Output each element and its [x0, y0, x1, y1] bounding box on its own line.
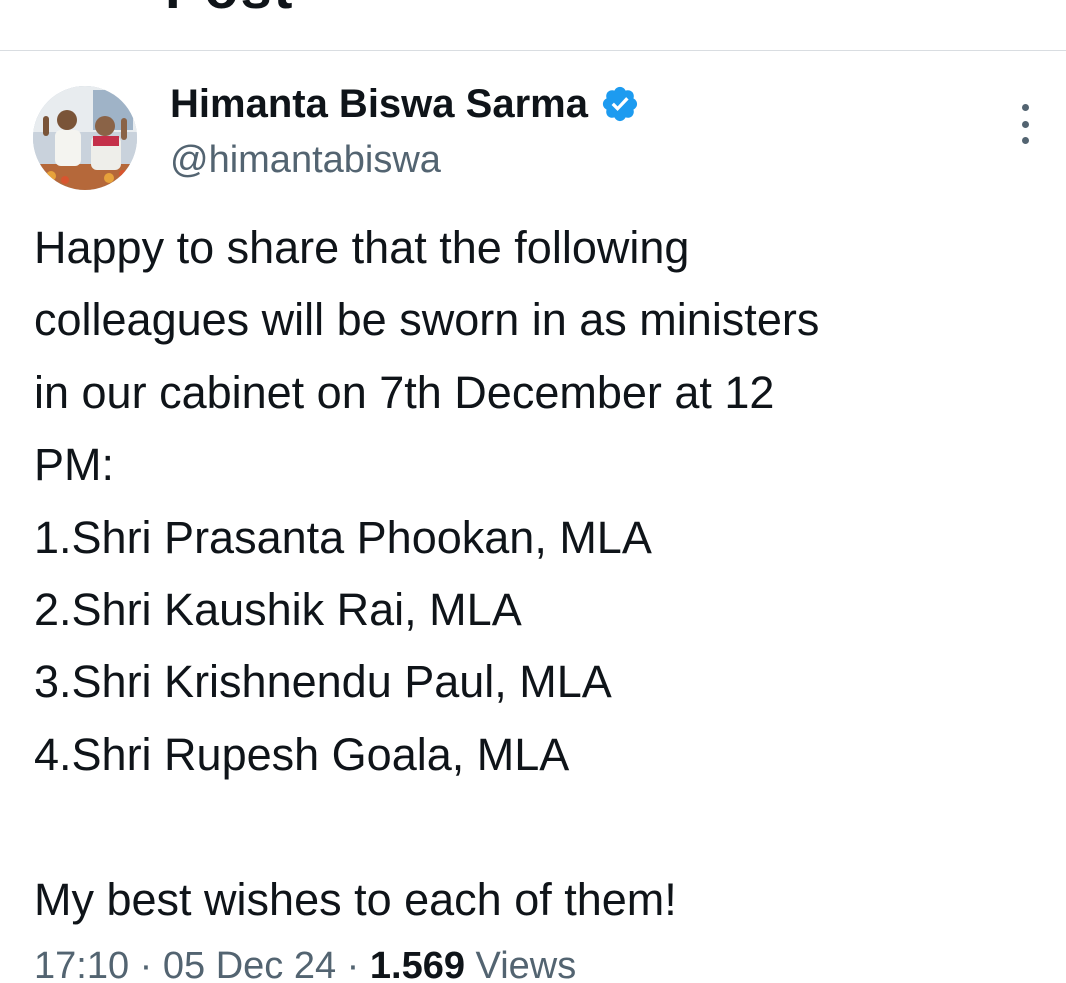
tweet-line: Happy to share that the following [34, 222, 690, 273]
author-handle[interactable]: @himantabiswa [170, 137, 441, 183]
more-dot [1021, 137, 1029, 144]
avatar[interactable] [33, 86, 137, 190]
tweet-time[interactable]: 17:10 [34, 945, 129, 983]
tweet-line: PM: [34, 439, 115, 491]
tweet-line: My best wishes to each of them! [34, 873, 677, 925]
tweet-line: colleagues will be sworn in as ministers [34, 294, 820, 346]
more-dot [1021, 120, 1029, 128]
author-name-row: Himanta Biswa Sarma [170, 80, 640, 128]
tweet-line: 2.Shri Kaushik Rai, MLA [34, 583, 522, 635]
more-dot [1021, 104, 1029, 111]
avatar-photo [33, 86, 137, 190]
tweet-line: 1.Shri Prasanta Phookan, MLA [34, 511, 652, 563]
post-detail-view: Post Himanta Biswa Sarma [0, 0, 1066, 983]
tweet-line: 4.Shri Rupesh Goala, MLA [34, 728, 570, 780]
header-divider [0, 50, 1066, 51]
more-options-icon[interactable] [1010, 104, 1040, 144]
page-title: Post [165, 0, 294, 21]
tweet-date[interactable]: 05 Dec 24 [163, 945, 336, 983]
views-label: Views [475, 945, 577, 983]
meta-separator: · [346, 945, 360, 983]
verified-badge-icon[interactable] [600, 84, 640, 124]
views-count[interactable]: 1.569 [370, 945, 465, 983]
tweet-text: Happy to share that the following collea… [34, 212, 1044, 936]
tweet-meta: 17:10 · 05 Dec 24 · 1.569 Views [34, 936, 576, 983]
meta-separator: · [139, 945, 153, 983]
tweet-line: in our cabinet on 7th December at 12 [34, 366, 775, 418]
author-display-name[interactable]: Himanta Biswa Sarma [170, 80, 588, 128]
tweet-line: 3.Shri Krishnendu Paul, MLA [34, 656, 612, 708]
